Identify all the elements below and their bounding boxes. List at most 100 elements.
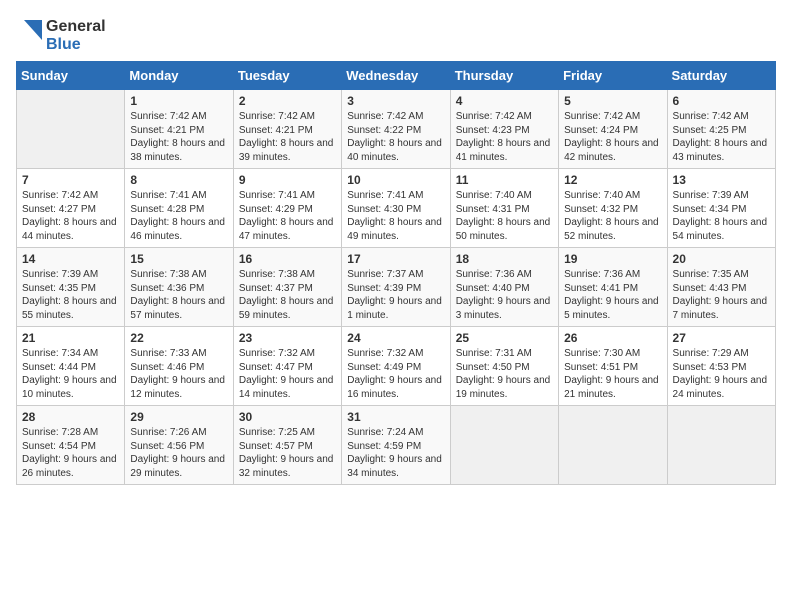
calendar-cell: 10Sunrise: 7:41 AMSunset: 4:30 PMDayligh… xyxy=(342,169,450,248)
weekday-header-saturday: Saturday xyxy=(667,62,775,90)
week-row-4: 21Sunrise: 7:34 AMSunset: 4:44 PMDayligh… xyxy=(17,327,776,406)
calendar-cell: 19Sunrise: 7:36 AMSunset: 4:41 PMDayligh… xyxy=(559,248,667,327)
weekday-header-monday: Monday xyxy=(125,62,233,90)
day-info: Sunrise: 7:38 AMSunset: 4:36 PMDaylight:… xyxy=(130,268,227,322)
calendar-cell: 4 Sunrise: 7:42 AMSunset: 4:23 PMDaylight… xyxy=(450,90,558,169)
day-info: Sunrise: 7:37 AMSunset: 4:39 PMDaylight:… xyxy=(347,268,444,322)
day-info: Sunrise: 7:28 AMSunset: 4:54 PMDaylight:… xyxy=(22,426,119,480)
day-number: 14 xyxy=(22,252,119,266)
calendar-cell: 30 Sunrise: 7:25 AMSunset: 4:57 PMDayligh… xyxy=(233,406,341,485)
day-info: Sunrise: 7:26 AMSunset: 4:56 PMDaylight:… xyxy=(130,426,227,480)
calendar-cell: 23 Sunrise: 7:32 AMSunset: 4:47 PMDayligh… xyxy=(233,327,341,406)
calendar-cell xyxy=(559,406,667,485)
calendar-cell: 2 Sunrise: 7:42 AMSunset: 4:21 PMDaylight… xyxy=(233,90,341,169)
calendar-table: SundayMondayTuesdayWednesdayThursdayFrid… xyxy=(16,61,776,485)
day-info: Sunrise: 7:42 AMSunset: 4:21 PMDaylight:… xyxy=(130,110,227,164)
day-number: 5 xyxy=(564,94,661,108)
logo-blue-text: Blue xyxy=(46,36,106,54)
header: General Blue xyxy=(0,0,792,61)
calendar-cell: 29 Sunrise: 7:26 AMSunset: 4:56 PMDayligh… xyxy=(125,406,233,485)
day-info: Sunrise: 7:24 AMSunset: 4:59 PMDaylight:… xyxy=(347,426,444,480)
day-info: Sunrise: 7:35 AMSunset: 4:43 PMDaylight:… xyxy=(673,268,770,322)
day-number: 8 xyxy=(130,173,227,187)
calendar-cell: 9Sunrise: 7:41 AMSunset: 4:29 PMDaylight… xyxy=(233,169,341,248)
day-number: 28 xyxy=(22,410,119,424)
day-info: Sunrise: 7:41 AMSunset: 4:29 PMDaylight:… xyxy=(239,189,336,243)
day-info: Sunrise: 7:29 AMSunset: 4:53 PMDaylight:… xyxy=(673,347,770,401)
day-number: 27 xyxy=(673,331,770,345)
day-info: Sunrise: 7:40 AMSunset: 4:31 PMDaylight:… xyxy=(456,189,553,243)
day-number: 26 xyxy=(564,331,661,345)
calendar-cell: 22Sunrise: 7:33 AMSunset: 4:46 PMDayligh… xyxy=(125,327,233,406)
weekday-header-wednesday: Wednesday xyxy=(342,62,450,90)
calendar-cell: 8 Sunrise: 7:41 AMSunset: 4:28 PMDaylight… xyxy=(125,169,233,248)
day-number: 23 xyxy=(239,331,336,345)
day-info: Sunrise: 7:42 AMSunset: 4:23 PMDaylight:… xyxy=(456,110,553,164)
logo: General Blue xyxy=(24,18,106,53)
calendar-cell: 28 Sunrise: 7:28 AMSunset: 4:54 PMDayligh… xyxy=(17,406,125,485)
day-number: 18 xyxy=(456,252,553,266)
day-info: Sunrise: 7:32 AMSunset: 4:49 PMDaylight:… xyxy=(347,347,444,401)
calendar-cell: 20 Sunrise: 7:35 AMSunset: 4:43 PMDayligh… xyxy=(667,248,775,327)
weekday-header-friday: Friday xyxy=(559,62,667,90)
day-number: 12 xyxy=(564,173,661,187)
day-number: 6 xyxy=(673,94,770,108)
day-info: Sunrise: 7:39 AMSunset: 4:35 PMDaylight:… xyxy=(22,268,119,322)
calendar-cell: 24Sunrise: 7:32 AMSunset: 4:49 PMDayligh… xyxy=(342,327,450,406)
day-number: 2 xyxy=(239,94,336,108)
day-number: 31 xyxy=(347,410,444,424)
day-info: Sunrise: 7:38 AMSunset: 4:37 PMDaylight:… xyxy=(239,268,336,322)
calendar-cell: 13 Sunrise: 7:39 AMSunset: 4:34 PMDayligh… xyxy=(667,169,775,248)
day-info: Sunrise: 7:41 AMSunset: 4:30 PMDaylight:… xyxy=(347,189,444,243)
day-info: Sunrise: 7:41 AMSunset: 4:28 PMDaylight:… xyxy=(130,189,227,243)
day-number: 30 xyxy=(239,410,336,424)
day-number: 7 xyxy=(22,173,119,187)
day-number: 19 xyxy=(564,252,661,266)
calendar-cell: 3Sunrise: 7:42 AMSunset: 4:22 PMDaylight… xyxy=(342,90,450,169)
day-info: Sunrise: 7:39 AMSunset: 4:34 PMDaylight:… xyxy=(673,189,770,243)
weekday-header-tuesday: Tuesday xyxy=(233,62,341,90)
calendar-cell: 1 Sunrise: 7:42 AMSunset: 4:21 PMDaylight… xyxy=(125,90,233,169)
week-row-1: 1 Sunrise: 7:42 AMSunset: 4:21 PMDaylight… xyxy=(17,90,776,169)
day-number: 20 xyxy=(673,252,770,266)
calendar-cell: 27 Sunrise: 7:29 AMSunset: 4:53 PMDayligh… xyxy=(667,327,775,406)
calendar-cell: 15 Sunrise: 7:38 AMSunset: 4:36 PMDayligh… xyxy=(125,248,233,327)
page: General Blue SundayMondayTuesdayWednesda… xyxy=(0,0,792,612)
day-number: 17 xyxy=(347,252,444,266)
calendar-cell: 21Sunrise: 7:34 AMSunset: 4:44 PMDayligh… xyxy=(17,327,125,406)
day-info: Sunrise: 7:42 AMSunset: 4:25 PMDaylight:… xyxy=(673,110,770,164)
calendar-cell: 17 Sunrise: 7:37 AMSunset: 4:39 PMDayligh… xyxy=(342,248,450,327)
day-info: Sunrise: 7:32 AMSunset: 4:47 PMDaylight:… xyxy=(239,347,336,401)
calendar-cell: 18 Sunrise: 7:36 AMSunset: 4:40 PMDayligh… xyxy=(450,248,558,327)
day-number: 11 xyxy=(456,173,553,187)
calendar-cell xyxy=(17,90,125,169)
day-info: Sunrise: 7:25 AMSunset: 4:57 PMDaylight:… xyxy=(239,426,336,480)
week-row-2: 7 Sunrise: 7:42 AMSunset: 4:27 PMDaylight… xyxy=(17,169,776,248)
logo-triangle-icon xyxy=(24,20,42,52)
calendar-cell: 6 Sunrise: 7:42 AMSunset: 4:25 PMDaylight… xyxy=(667,90,775,169)
week-row-3: 14 Sunrise: 7:39 AMSunset: 4:35 PMDayligh… xyxy=(17,248,776,327)
calendar-cell: 11 Sunrise: 7:40 AMSunset: 4:31 PMDayligh… xyxy=(450,169,558,248)
day-number: 13 xyxy=(673,173,770,187)
day-info: Sunrise: 7:42 AMSunset: 4:22 PMDaylight:… xyxy=(347,110,444,164)
weekday-header-row: SundayMondayTuesdayWednesdayThursdayFrid… xyxy=(17,62,776,90)
day-number: 1 xyxy=(130,94,227,108)
day-info: Sunrise: 7:36 AMSunset: 4:40 PMDaylight:… xyxy=(456,268,553,322)
day-info: Sunrise: 7:42 AMSunset: 4:27 PMDaylight:… xyxy=(22,189,119,243)
week-row-5: 28 Sunrise: 7:28 AMSunset: 4:54 PMDayligh… xyxy=(17,406,776,485)
day-info: Sunrise: 7:31 AMSunset: 4:50 PMDaylight:… xyxy=(456,347,553,401)
calendar-cell xyxy=(450,406,558,485)
calendar-cell: 5Sunrise: 7:42 AMSunset: 4:24 PMDaylight… xyxy=(559,90,667,169)
day-number: 15 xyxy=(130,252,227,266)
calendar-cell: 14 Sunrise: 7:39 AMSunset: 4:35 PMDayligh… xyxy=(17,248,125,327)
logo-text: General Blue xyxy=(46,18,106,53)
day-number: 4 xyxy=(456,94,553,108)
day-info: Sunrise: 7:42 AMSunset: 4:21 PMDaylight:… xyxy=(239,110,336,164)
weekday-header-sunday: Sunday xyxy=(17,62,125,90)
day-number: 25 xyxy=(456,331,553,345)
day-number: 29 xyxy=(130,410,227,424)
day-number: 16 xyxy=(239,252,336,266)
weekday-header-thursday: Thursday xyxy=(450,62,558,90)
calendar-cell: 16 Sunrise: 7:38 AMSunset: 4:37 PMDayligh… xyxy=(233,248,341,327)
calendar-cell: 31 Sunrise: 7:24 AMSunset: 4:59 PMDayligh… xyxy=(342,406,450,485)
